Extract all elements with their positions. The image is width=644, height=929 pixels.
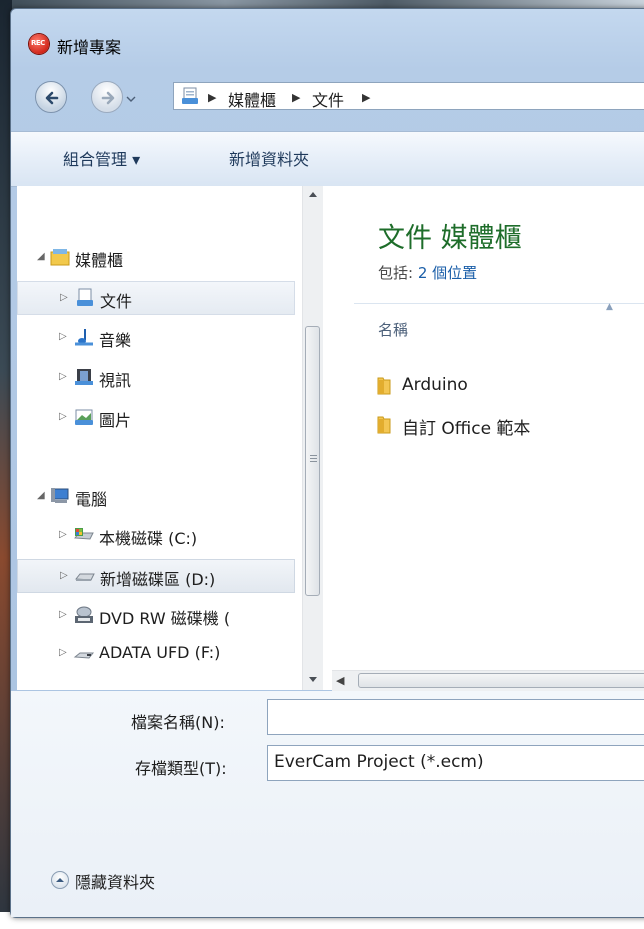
nav-item-label: DVD RW 磁碟機 ( — [99, 609, 231, 628]
breadcrumb-separator-icon[interactable]: ▶ — [208, 91, 216, 104]
library-icon — [50, 249, 70, 266]
file-item-name: 自訂 Office 範本 — [402, 419, 531, 439]
content-area: ◢ 媒體櫃 ▷ 文件 ▷ 音樂 ▷ 視訊 ▷ 圖片 ◢ 電腦 ▷ 本機磁碟 (C… — [17, 186, 644, 691]
includes-locations-link[interactable]: 2 個位置 — [418, 264, 477, 282]
scroll-up-arrow-icon[interactable] — [303, 186, 323, 204]
file-list-pane: 文件 媒體櫃 包括: 2 個位置 ▲ 名稱 Arduino 自訂 Office … — [332, 186, 644, 691]
folder-icon — [377, 416, 391, 434]
organize-menu-button[interactable]: 組合管理 ▾ — [63, 146, 140, 170]
library-includes: 包括: 2 個位置 — [378, 262, 477, 283]
forward-button[interactable] — [91, 81, 123, 113]
filetype-select[interactable]: EverCam Project (*.ecm) — [267, 745, 644, 781]
dvd-icon — [75, 606, 93, 623]
recent-pages-dropdown-icon[interactable] — [126, 95, 136, 103]
nav-item-library[interactable]: ◢ 媒體櫃 — [17, 241, 295, 275]
scrollbar-grip-icon — [310, 455, 317, 456]
nav-item-label: 視訊 — [99, 371, 132, 390]
expand-triangle-icon[interactable]: ▷ — [59, 331, 67, 342]
sort-ascending-icon: ▲ — [606, 302, 613, 312]
rec-app-icon: REC — [29, 34, 49, 54]
scroll-left-arrow-icon[interactable]: ◀ — [336, 674, 344, 687]
nav-item-usb-drive[interactable]: ▷ ADATA UFD (F:) — [17, 637, 295, 671]
file-item-name: Arduino — [402, 375, 468, 395]
new-folder-button[interactable]: 新增資料夾 — [229, 146, 309, 170]
nav-item-label: ADATA UFD (F:) — [99, 643, 221, 662]
nav-item-label: 媒體櫃 — [75, 251, 124, 270]
nav-item-drive-d[interactable]: ▷ 新增磁碟區 (D:) — [17, 559, 295, 593]
nav-item-drive-c[interactable]: ▷ 本機磁碟 (C:) — [17, 519, 295, 553]
nav-item-label: 本機磁碟 (C:) — [99, 529, 198, 548]
column-header-divider — [354, 303, 644, 304]
column-header-name[interactable]: 名稱 — [378, 319, 408, 340]
nav-item-label: 新增磁碟區 (D:) — [100, 570, 216, 589]
nav-item-dvd-drive[interactable]: ▷ DVD RW 磁碟機 ( — [17, 599, 295, 633]
collapse-triangle-icon[interactable]: ◢ — [37, 490, 45, 501]
address-bar[interactable]: ▶ 媒體櫃 ▶ 文件 ▶ — [173, 82, 644, 110]
documents-icon — [77, 288, 93, 306]
hide-folders-button[interactable] — [51, 871, 69, 889]
nav-item-video[interactable]: ▷ 視訊 — [17, 361, 295, 395]
computer-icon — [51, 488, 69, 503]
nav-item-music[interactable]: ▷ 音樂 — [17, 321, 295, 355]
nav-item-label: 圖片 — [99, 411, 132, 430]
expand-triangle-icon[interactable]: ▷ — [59, 647, 67, 658]
nav-item-label: 音樂 — [99, 331, 132, 350]
expand-triangle-icon[interactable]: ▷ — [59, 529, 67, 540]
breadcrumb-separator-icon[interactable]: ▶ — [362, 91, 370, 104]
filename-label: 檔案名稱(N): — [131, 713, 225, 732]
expand-triangle-icon[interactable]: ▷ — [59, 371, 67, 382]
app-badge-text: REC — [31, 39, 45, 47]
drive-icon — [74, 528, 94, 540]
expand-triangle-icon[interactable]: ▷ — [59, 411, 67, 422]
back-arrow-icon — [45, 91, 59, 105]
scrollbar-thumb[interactable] — [305, 326, 320, 596]
forward-arrow-icon — [101, 91, 115, 105]
scrollbar-thumb[interactable] — [358, 673, 644, 688]
back-button[interactable] — [35, 81, 67, 113]
expand-triangle-icon[interactable]: ▷ — [60, 570, 68, 581]
window-title: 新增專案 — [57, 38, 122, 57]
nav-item-label: 電腦 — [75, 490, 108, 509]
command-bar: 組合管理 ▾ 新增資料夾 — [11, 131, 644, 187]
drive-icon — [75, 573, 95, 581]
hide-folders-label[interactable]: 隱藏資料夾 — [75, 869, 155, 893]
expand-triangle-icon[interactable]: ▷ — [60, 292, 68, 303]
library-title: 文件 媒體櫃 — [378, 223, 522, 254]
scroll-down-arrow-icon[interactable] — [303, 670, 323, 688]
music-icon — [75, 329, 93, 346]
breadcrumb-library[interactable]: 媒體櫃 — [228, 87, 276, 111]
includes-label: 包括: — [378, 264, 418, 282]
pictures-icon — [75, 409, 93, 425]
navigation-pane: ◢ 媒體櫃 ▷ 文件 ▷ 音樂 ▷ 視訊 ▷ 圖片 ◢ 電腦 ▷ 本機磁碟 (C… — [17, 186, 327, 690]
nav-item-label: 文件 — [100, 292, 133, 311]
breadcrumb-documents[interactable]: 文件 — [312, 87, 344, 111]
nav-item-pictures[interactable]: ▷ 圖片 — [17, 401, 295, 435]
breadcrumb-separator-icon[interactable]: ▶ — [292, 91, 300, 104]
title-bar: REC 新增專案 — [11, 9, 644, 57]
nav-item-computer[interactable]: ◢ 電腦 — [17, 480, 295, 514]
chevron-up-icon — [56, 878, 64, 882]
filename-input[interactable] — [267, 699, 644, 735]
usb-drive-icon — [73, 652, 95, 659]
nav-item-documents[interactable]: ▷ 文件 — [17, 281, 295, 315]
filetype-label: 存檔類型(T): — [135, 759, 227, 778]
expand-triangle-icon[interactable]: ▷ — [59, 609, 67, 620]
save-dialog-window: REC 新增專案 ▶ 媒體櫃 ▶ 文件 ▶ 組合管理 ▾ 新增資料夾 ◢ 媒體櫃 — [10, 8, 644, 918]
folder-icon — [377, 377, 391, 395]
video-icon — [75, 369, 93, 385]
collapse-triangle-icon[interactable]: ◢ — [37, 251, 45, 262]
file-list-horizontal-scrollbar[interactable]: ◀ — [332, 670, 644, 691]
nav-pane-vertical-scrollbar[interactable] — [302, 186, 323, 690]
documents-library-icon — [182, 87, 198, 104]
